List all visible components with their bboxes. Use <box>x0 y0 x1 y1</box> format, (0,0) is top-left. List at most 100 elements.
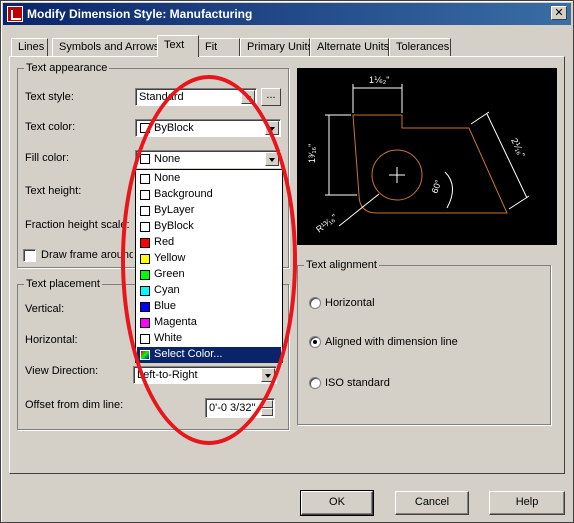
offset-from-dim-line-spinner[interactable]: 0'-0 3/32" <box>205 398 275 418</box>
color-option-label: Yellow <box>154 252 186 264</box>
text-style-browse-button[interactable]: ... <box>261 88 281 106</box>
preview-drawing: 1⅙₂" 1³⁄₁₆" 2⅟₁₆" 60° R¹³⁄₁₆" <box>307 75 530 235</box>
dim-top-label: 1⅙₂" <box>369 75 389 85</box>
color-option-select-color[interactable]: Select Color... <box>137 347 281 363</box>
alignment-aligned-label: Aligned with dimension line <box>325 336 458 348</box>
draw-frame-label: Draw frame around text <box>41 249 133 261</box>
color-option-label: Red <box>154 236 175 248</box>
dimension-preview: 1⅙₂" 1³⁄₁₆" 2⅟₁₆" 60° R¹³⁄₁₆" <box>297 68 557 245</box>
color-swatch-icon <box>140 286 150 296</box>
chevron-down-icon[interactable] <box>265 121 279 135</box>
vertical-label: Vertical: <box>25 303 65 315</box>
color-option-green[interactable]: Green <box>137 267 281 283</box>
color-option-cyan[interactable]: Cyan <box>137 283 281 299</box>
color-option-bylayer[interactable]: ByLayer <box>137 203 281 219</box>
color-option-byblock[interactable]: ByBlock <box>137 219 281 235</box>
dim-radius-label: R¹³⁄₁₆" <box>314 212 339 235</box>
color-option-none[interactable]: None <box>137 171 281 187</box>
alignment-iso-radio[interactable] <box>309 377 321 389</box>
text-color-dropdown[interactable]: ByBlock <box>135 119 281 137</box>
text-color-label: Text color: <box>25 121 76 133</box>
color-swatch-icon <box>140 334 150 344</box>
view-direction-label: View Direction: <box>25 365 99 377</box>
view-direction-value: Left-to-Right <box>137 369 198 381</box>
color-option-label: White <box>154 332 183 344</box>
ok-button[interactable]: OK <box>300 490 374 516</box>
color-swatch-icon <box>140 270 150 280</box>
color-swatch-icon <box>140 254 150 264</box>
color-option-label: ByLayer <box>154 204 195 216</box>
fill-color-dropdown-list[interactable]: None Background ByLayer ByBlock Red Yell… <box>135 169 283 363</box>
color-option-label: Magenta <box>154 316 197 328</box>
tab-symbols-and-arrows[interactable]: Symbols and Arrows <box>52 38 159 56</box>
text-height-label: Text height: <box>25 185 82 197</box>
text-alignment-legend: Text alignment <box>304 259 379 271</box>
fill-color-label: Fill color: <box>25 152 70 164</box>
text-style-value: Standard <box>139 91 184 103</box>
text-style-dropdown[interactable]: Standard <box>135 88 257 106</box>
spin-down-icon[interactable] <box>261 408 273 416</box>
alignment-horizontal-label: Horizontal <box>325 297 375 309</box>
fraction-height-scale-label: Fraction height scale: <box>25 219 130 231</box>
color-option-label: ByBlock <box>154 220 194 232</box>
color-option-yellow[interactable]: Yellow <box>137 251 281 267</box>
preview-geometry <box>352 114 508 214</box>
color-swatch-icon <box>140 123 150 133</box>
offset-from-dim-line-label: Offset from dim line: <box>25 399 124 411</box>
tab-primary-units[interactable]: Primary Units <box>240 38 313 56</box>
color-option-label: Blue <box>154 300 177 312</box>
color-option-magenta[interactable]: Magenta <box>137 315 281 331</box>
color-option-label: Green <box>154 268 185 280</box>
color-swatch-icon <box>140 206 150 216</box>
cancel-button[interactable]: Cancel <box>395 491 469 515</box>
close-button[interactable]: ✕ <box>551 6 567 20</box>
text-placement-legend: Text placement <box>24 278 102 290</box>
dim-right-label: 2⅟₁₆" <box>509 136 527 158</box>
chevron-down-icon[interactable] <box>241 90 255 104</box>
color-option-label: Select Color... <box>154 348 223 360</box>
dim-angle-label: 60° <box>429 178 443 195</box>
color-swatch-icon <box>140 154 150 164</box>
offset-value: 0'-0 3/32" <box>209 402 256 414</box>
alignment-aligned-radio[interactable] <box>309 336 321 348</box>
spin-up-icon[interactable] <box>261 400 273 408</box>
tab-alternate-units[interactable]: Alternate Units <box>310 38 389 56</box>
color-option-blue[interactable]: Blue <box>137 299 281 315</box>
horizontal-label: Horizontal: <box>25 334 78 346</box>
color-swatch-icon <box>140 238 150 248</box>
tab-text[interactable]: Text <box>157 35 199 57</box>
tab-lines[interactable]: Lines <box>11 38 48 56</box>
tab-fit[interactable]: Fit <box>198 38 240 56</box>
help-button[interactable]: Help <box>489 491 565 515</box>
chevron-down-icon[interactable] <box>261 368 275 382</box>
color-swatch-icon <box>140 318 150 328</box>
color-option-red[interactable]: Red <box>137 235 281 251</box>
text-appearance-legend: Text appearance <box>24 62 110 74</box>
color-option-label: Cyan <box>154 284 180 296</box>
text-style-label: Text style: <box>25 91 74 103</box>
color-wheel-icon <box>140 350 150 360</box>
fill-color-value: None <box>154 153 181 165</box>
draw-frame-checkbox[interactable] <box>23 249 36 262</box>
color-option-label: None <box>154 172 181 184</box>
color-swatch-icon <box>140 190 150 200</box>
view-direction-dropdown[interactable]: Left-to-Right <box>133 366 277 384</box>
text-color-value: ByBlock <box>154 122 194 134</box>
preview-dimension-labels: 1⅙₂" 1³⁄₁₆" 2⅟₁₆" 60° R¹³⁄₁₆" <box>307 75 527 235</box>
color-option-white[interactable]: White <box>137 331 281 347</box>
modify-dimension-style-dialog: Modify Dimension Style: Manufacturing ✕ … <box>0 0 574 523</box>
color-swatch-icon <box>140 302 150 312</box>
fill-color-dropdown[interactable]: None <box>135 150 281 168</box>
tab-tolerances[interactable]: Tolerances <box>389 38 451 56</box>
alignment-iso-label: ISO standard <box>325 377 390 389</box>
color-option-background[interactable]: Background <box>137 187 281 203</box>
color-option-label: Background <box>154 188 213 200</box>
color-swatch-icon <box>140 222 150 232</box>
app-icon <box>7 6 23 22</box>
window-title: Modify Dimension Style: Manufacturing <box>27 7 253 21</box>
chevron-down-icon[interactable] <box>265 152 279 166</box>
title-bar[interactable]: Modify Dimension Style: Manufacturing ✕ <box>3 3 571 25</box>
color-swatch-icon <box>140 174 150 184</box>
alignment-horizontal-radio[interactable] <box>309 297 321 309</box>
dim-left-label: 1³⁄₁₆" <box>307 144 317 163</box>
